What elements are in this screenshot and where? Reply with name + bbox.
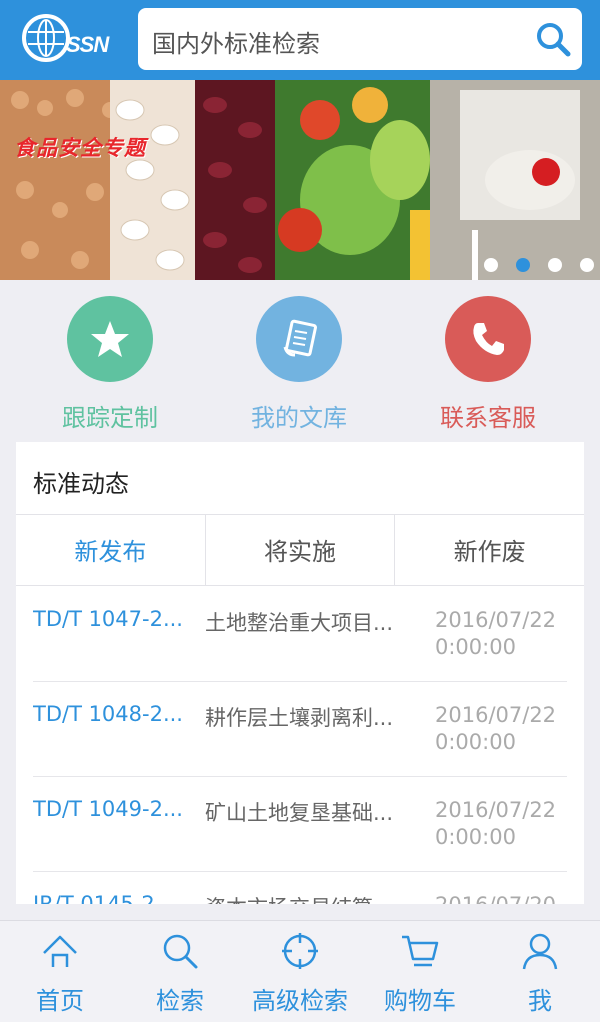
logo-text: SSN	[66, 32, 109, 57]
nav-me-label: 我	[528, 987, 552, 1015]
nav-search[interactable]: 检索	[120, 921, 240, 1022]
document-icon	[256, 296, 342, 382]
carousel-dot[interactable]	[580, 258, 594, 272]
search-placeholder: 国内外标准检索	[152, 30, 320, 58]
list-item[interactable]: TD/T 1049-2... 矿山土地复垦基础... 2016/07/22 0:…	[33, 777, 567, 872]
globe-icon	[22, 14, 70, 62]
standard-title: 耕作层土壤剥离利...	[205, 706, 394, 730]
carousel-dot-active[interactable]	[516, 258, 530, 272]
quick-actions: 跟踪定制 我的文库 联系客服	[0, 280, 600, 442]
ssn-logo[interactable]: SSN	[22, 14, 118, 66]
app-header: SSN 国内外标准检索	[0, 0, 600, 80]
standard-title: 资本市场交易结算...	[205, 892, 415, 904]
search-icon	[163, 934, 198, 969]
nav-me[interactable]: 我	[480, 921, 600, 1022]
contact-service-label: 联系客服	[440, 404, 536, 432]
my-library-button[interactable]: 我的文库	[229, 296, 369, 433]
home-icon	[43, 935, 77, 967]
list-item[interactable]: TD/T 1047-2... 土地整治重大项目... 2016/07/22 0:…	[33, 587, 567, 682]
nav-cart-label: 购物车	[384, 987, 456, 1015]
list-item[interactable]: TD/T 1048-2... 耕作层土壤剥离利... 2016/07/22 0:…	[33, 682, 567, 777]
nav-advanced-search-label: 高级检索	[252, 987, 348, 1015]
nav-home[interactable]: 首页	[0, 921, 120, 1022]
carousel-dots[interactable]	[484, 258, 594, 272]
star-icon	[67, 296, 153, 382]
list-item[interactable]: JR/T 0145-2... 资本市场交易结算... 2016/07/20 0:…	[33, 872, 567, 904]
standard-code: TD/T 1049-2...	[33, 797, 183, 821]
standard-title: 矿山土地复垦基础...	[205, 801, 394, 825]
nav-advanced-search[interactable]: 高级检索	[240, 921, 360, 1022]
news-tabs: 新发布 将实施 新作废	[16, 514, 584, 586]
track-custom-label: 跟踪定制	[62, 404, 158, 432]
contact-service-button[interactable]: 联系客服	[418, 296, 558, 433]
carousel-dot[interactable]	[484, 258, 498, 272]
tab-upcoming[interactable]: 将实施	[205, 514, 396, 586]
standards-news-card: 标准动态 新发布 将实施 新作废 TD/T 1047-2... 土地整治重大项目…	[16, 442, 584, 904]
standard-title: 土地整治重大项目...	[205, 611, 394, 635]
tab-abolished[interactable]: 新作废	[395, 514, 584, 586]
carousel-dot[interactable]	[548, 258, 562, 272]
phone-icon	[445, 296, 531, 382]
nav-cart[interactable]: 购物车	[360, 921, 480, 1022]
standard-date: 2016/07/20 0:00:00	[435, 892, 567, 904]
news-list: TD/T 1047-2... 土地整治重大项目... 2016/07/22 0:…	[33, 587, 567, 904]
tab-new-release[interactable]: 新发布	[16, 514, 206, 586]
standard-date: 2016/07/22 0:00:00	[435, 608, 557, 659]
search-input[interactable]: 国内外标准检索	[138, 8, 582, 70]
crosshair-icon	[282, 933, 318, 969]
nav-search-label: 检索	[156, 987, 204, 1015]
user-icon	[522, 933, 558, 970]
promo-banner[interactable]: 食品安全专题	[0, 80, 600, 280]
card-title: 标准动态	[33, 470, 129, 498]
cart-icon	[402, 935, 439, 967]
search-icon[interactable]	[534, 20, 572, 58]
banner-title: 食品安全专题	[14, 136, 146, 160]
banner-image	[0, 80, 600, 280]
track-custom-button[interactable]: 跟踪定制	[40, 296, 180, 433]
standard-code: JR/T 0145-2...	[33, 892, 175, 904]
bottom-nav: 首页 检索 高级检索 购物车 我	[0, 920, 600, 1022]
my-library-label: 我的文库	[251, 404, 347, 432]
standard-code: TD/T 1047-2...	[33, 607, 183, 631]
nav-home-label: 首页	[36, 987, 84, 1015]
standard-date: 2016/07/22 0:00:00	[435, 703, 557, 754]
standard-date: 2016/07/22 0:00:00	[435, 798, 557, 849]
standard-code: TD/T 1048-2...	[33, 702, 183, 726]
